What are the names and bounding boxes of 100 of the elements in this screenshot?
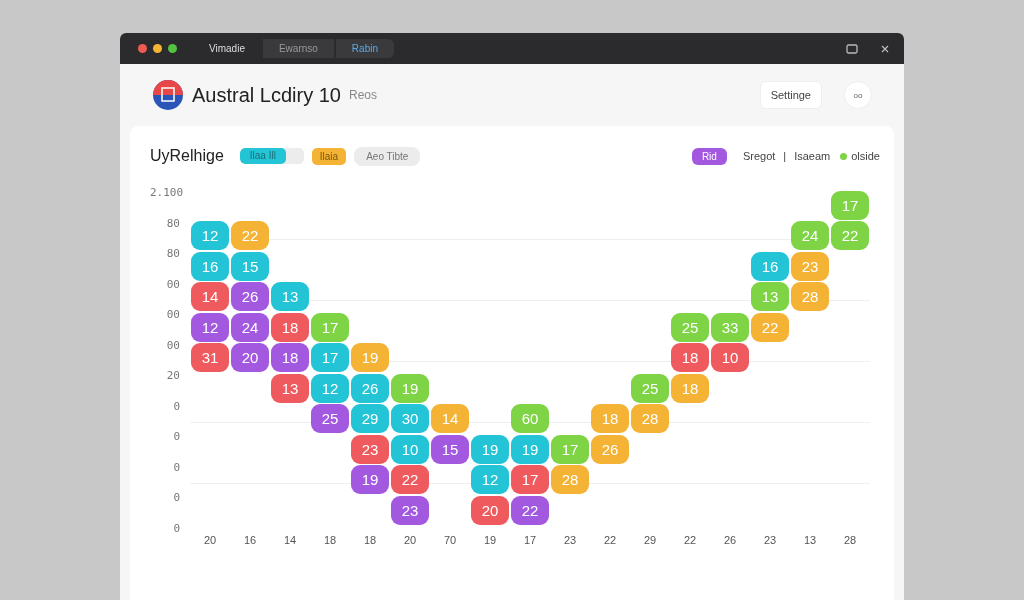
value-tile[interactable]: 16 (751, 251, 789, 281)
axis-label: 23 (562, 533, 578, 546)
value-tile[interactable]: 10 (391, 434, 429, 464)
axis-label: 18 (362, 533, 378, 546)
axis-label: 16 (242, 533, 258, 546)
axis-label: 0 (172, 459, 181, 476)
value-tile[interactable]: 22 (231, 221, 269, 251)
filter-tag[interactable]: Rid (691, 147, 727, 165)
axis-label: 80 (165, 215, 181, 232)
value-tile[interactable]: 18 (591, 404, 629, 434)
value-tile[interactable]: 12 (191, 221, 229, 251)
value-tile[interactable]: 24 (791, 221, 829, 251)
value-tile[interactable]: 19 (471, 434, 509, 464)
filter-chip[interactable]: Aeo Tibte (354, 146, 421, 166)
value-tile[interactable]: 24 (231, 312, 269, 342)
value-tile[interactable]: 19 (391, 373, 429, 403)
value-tile[interactable]: 13 (751, 282, 789, 312)
axis-label: 00 (165, 337, 181, 354)
value-tile[interactable]: 29 (351, 404, 389, 434)
toolbar-link[interactable]: Sregot (742, 150, 776, 162)
value-tile[interactable]: 17 (311, 312, 349, 342)
value-tile[interactable]: 18 (271, 312, 309, 342)
axis-label: 17 (522, 533, 538, 546)
value-tile[interactable]: 22 (831, 221, 869, 251)
value-tile[interactable]: 18 (271, 343, 309, 373)
value-tile[interactable]: 14 (431, 404, 469, 434)
value-tile[interactable]: 28 (551, 465, 589, 495)
value-tile[interactable]: 17 (551, 434, 589, 464)
more-button[interactable]: oo (844, 81, 872, 109)
value-tile[interactable]: 31 (191, 343, 229, 373)
value-tile[interactable]: 25 (631, 373, 669, 403)
zoom-dot-icon[interactable] (168, 44, 177, 53)
value-tile[interactable]: 23 (791, 251, 829, 281)
value-tile[interactable]: 16 (191, 251, 229, 281)
value-tile[interactable]: 17 (831, 190, 869, 220)
value-tile[interactable]: 26 (591, 434, 629, 464)
value-tile[interactable]: 22 (751, 312, 789, 342)
value-tile[interactable]: 28 (791, 282, 829, 312)
progress-chip[interactable]: Ilaa Ill (239, 148, 304, 164)
tab[interactable]: Vimadie (193, 39, 261, 58)
toolbar-link[interactable]: Isaeam (794, 150, 831, 162)
value-tile[interactable]: 12 (311, 373, 349, 403)
close-dot-icon[interactable] (138, 44, 147, 53)
filter-chip[interactable]: Ilaia (311, 147, 347, 165)
page-subtitle: Reos (348, 88, 377, 102)
axis-label: 0 (172, 398, 181, 415)
axis-label: 2.100 (150, 185, 185, 201)
axis-label: 29 (642, 533, 658, 546)
axis-label: 80 (165, 246, 181, 262)
value-tile[interactable]: 25 (311, 404, 349, 434)
value-tile[interactable]: 19 (351, 343, 389, 373)
close-icon[interactable] (880, 43, 890, 54)
value-tile[interactable]: 25 (671, 312, 709, 342)
value-tile[interactable]: 15 (231, 251, 269, 281)
tab[interactable]: Rabin (335, 39, 394, 58)
axis-label: 26 (722, 533, 738, 546)
value-tile[interactable]: 18 (671, 373, 709, 403)
axis-label: 0 (172, 429, 181, 445)
value-tile[interactable]: 20 (231, 343, 269, 373)
value-tile[interactable]: 13 (271, 282, 309, 312)
value-tile[interactable]: 14 (191, 282, 229, 312)
axis-label: 18 (322, 533, 338, 546)
value-tile[interactable]: 23 (351, 434, 389, 464)
value-tile[interactable]: 60 (511, 404, 549, 434)
value-tile[interactable]: 26 (231, 282, 269, 312)
window-icon[interactable] (846, 43, 858, 54)
axis-label: 13 (802, 533, 818, 546)
axis-label: 0 (172, 490, 181, 506)
value-tile[interactable]: 13 (271, 373, 309, 403)
minimize-dot-icon[interactable] (153, 44, 162, 53)
value-tile[interactable]: 33 (711, 312, 749, 342)
value-tile[interactable]: 26 (351, 373, 389, 403)
value-tile[interactable]: 17 (311, 343, 349, 373)
value-tile[interactable]: 15 (431, 434, 469, 464)
value-tile[interactable]: 19 (351, 465, 389, 495)
axis-label: 20 (402, 533, 418, 546)
legend-label: olside (851, 150, 880, 162)
axis-label: 20 (165, 368, 181, 384)
value-tile[interactable]: 18 (671, 343, 709, 373)
axis-label: 0 (172, 520, 181, 537)
settings-button[interactable]: Settinge (759, 81, 822, 109)
value-tile[interactable]: 17 (511, 465, 549, 495)
value-tile[interactable]: 28 (631, 404, 669, 434)
toolbar-link[interactable]: | (783, 150, 787, 162)
value-tile[interactable]: 30 (391, 404, 429, 434)
value-tile[interactable]: 22 (511, 495, 549, 525)
value-tile[interactable]: 12 (471, 465, 509, 495)
value-tile[interactable]: 20 (471, 495, 509, 525)
section-heading: UyRelhige (150, 147, 224, 165)
axis-label: 22 (602, 533, 618, 546)
value-tile[interactable]: 23 (391, 495, 429, 525)
value-tile[interactable]: 12 (191, 312, 229, 342)
page-title: Austral Lcdiry 10 (192, 83, 341, 107)
value-tile[interactable]: 19 (511, 434, 549, 464)
value-tile[interactable]: 22 (391, 465, 429, 495)
axis-label: 22 (682, 533, 698, 546)
axis-label: 19 (482, 533, 498, 546)
axis-label: 20 (202, 533, 218, 546)
value-tile[interactable]: 10 (711, 343, 749, 373)
tab[interactable]: Ewarnso (262, 39, 334, 58)
